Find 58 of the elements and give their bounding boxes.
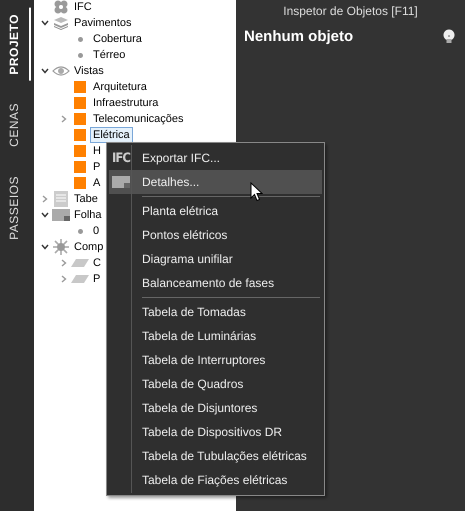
view-icon: [74, 161, 86, 173]
tree-item[interactable]: Infraestrutura: [90, 95, 162, 111]
tree-item[interactable]: 0: [90, 223, 102, 239]
menu-item[interactable]: Detalhes...: [109, 170, 322, 194]
menu-item[interactable]: Tabela de Fiações elétricas: [109, 468, 322, 492]
menu-item[interactable]: Tabela de Disjuntores: [109, 396, 322, 420]
slab-icon: [71, 258, 89, 268]
tree-item[interactable]: C: [90, 255, 104, 271]
bullet-icon: [78, 52, 82, 58]
tree-item[interactable]: Pavimentos: [71, 15, 134, 31]
tree-item[interactable]: Arquitetura: [90, 79, 150, 95]
tree-item[interactable]: IFC: [71, 0, 95, 15]
menu-item[interactable]: Pontos elétricos: [109, 223, 322, 247]
tree-item[interactable]: A: [90, 175, 104, 191]
tree-item[interactable]: H: [90, 143, 104, 159]
object-heading: Nenhum objeto: [244, 28, 354, 45]
eye-icon: [52, 65, 70, 77]
sheet-icon: [52, 209, 70, 221]
layers-icon: [53, 16, 69, 30]
tree-item[interactable]: Tabe: [71, 191, 101, 207]
mouse-cursor-icon: [250, 182, 263, 202]
bullet-icon: [78, 36, 82, 42]
gear-icon: [53, 239, 69, 255]
menu-item[interactable]: Planta elétrica: [109, 199, 322, 223]
menu-item[interactable]: Tabela de Quadros: [109, 372, 322, 396]
menu-item[interactable]: Diagrama unifilar: [109, 247, 322, 271]
view-icon: [74, 129, 86, 141]
menu-item[interactable]: Tabela de Interruptores: [109, 348, 322, 372]
lightbulb-icon: [443, 29, 455, 44]
view-icon: [74, 81, 86, 93]
tree-item[interactable]: Elétrica: [90, 127, 133, 143]
side-tab[interactable]: PROJETO: [0, 8, 31, 81]
menu-item[interactable]: Tabela de Luminárias: [109, 324, 322, 348]
tree-item[interactable]: Térreo: [90, 47, 128, 63]
document-icon: [54, 191, 68, 207]
menu-item[interactable]: Tabela de Tubulações elétricas: [109, 444, 322, 468]
menu-item[interactable]: Tabela de Dispositivos DR: [109, 420, 322, 444]
tree-item[interactable]: P: [90, 271, 104, 287]
view-icon: [74, 145, 86, 157]
view-icon: [74, 177, 86, 189]
side-tab[interactable]: CENAS: [0, 96, 31, 152]
slab-icon: [71, 274, 89, 284]
sheet-icon: [112, 176, 130, 188]
panel-title: Inspetor de Objetos [F11]: [283, 4, 418, 18]
menu-item[interactable]: Tabela de Tomadas: [109, 300, 322, 324]
tree-item[interactable]: Telecomunicações: [90, 111, 186, 127]
side-tab[interactable]: PASSEIOS: [0, 170, 31, 246]
tree-item[interactable]: Vistas: [71, 63, 107, 79]
tree-item[interactable]: P: [90, 159, 104, 175]
menu-item[interactable]: Balanceamento de fases: [109, 271, 322, 295]
menu-item[interactable]: IFC Exportar IFC...: [109, 146, 322, 170]
bullet-icon: [78, 228, 82, 234]
view-icon: [74, 97, 86, 109]
ifc-icon: IFC: [112, 150, 130, 166]
view-icon: [74, 113, 86, 125]
tree-item[interactable]: Comp: [71, 239, 106, 255]
tree-item[interactable]: Folha: [71, 207, 105, 223]
tree-item[interactable]: Cobertura: [90, 31, 145, 47]
